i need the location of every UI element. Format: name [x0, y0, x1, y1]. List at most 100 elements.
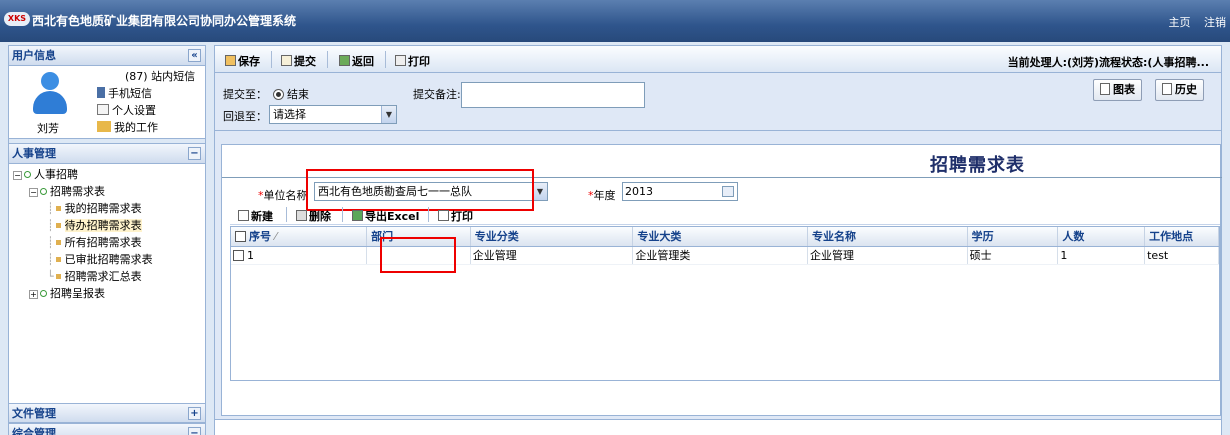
col-header-location[interactable]: 工作地点: [1144, 227, 1219, 247]
files-panel-header[interactable]: 文件管理 +: [9, 403, 205, 423]
expand-toggle-icon[interactable]: +: [29, 290, 38, 299]
export-excel-label: 导出Excel: [365, 210, 420, 223]
logout-link[interactable]: 注销: [1204, 16, 1226, 29]
my-work-link[interactable]: 我的工作: [97, 119, 195, 136]
tree-leaf[interactable]: ┊ 我的招聘需求表: [13, 200, 205, 217]
collapse-toggle-icon[interactable]: −: [29, 188, 38, 197]
grid-toolbar-divider: [342, 207, 343, 222]
calendar-icon[interactable]: [722, 186, 734, 197]
grid-toolbar-divider: [286, 207, 287, 222]
app-title: 西北有色地质矿业集团有限公司协同办公管理系统: [32, 14, 297, 28]
back-icon: [339, 55, 350, 66]
submit-button[interactable]: 提交: [281, 53, 316, 69]
return-to-label: 回退至：: [223, 110, 267, 123]
radio-icon: [273, 89, 284, 100]
submit-to-radio[interactable]: 结束: [273, 86, 309, 102]
submit-to-option-label: 结束: [287, 88, 309, 101]
col-header-headcount[interactable]: 人数: [1057, 227, 1146, 247]
unit-label-text: 单位名称: [263, 189, 308, 202]
history-icon: [1162, 83, 1172, 95]
avatar-head-icon: [41, 72, 59, 90]
cell-index: 1: [231, 246, 368, 265]
inbox-link[interactable]: (87) 站内短信: [97, 68, 195, 85]
delete-button[interactable]: 删除: [296, 208, 331, 224]
bottom-bar: [215, 419, 1221, 435]
tree-root-label: 人事招聘: [34, 168, 78, 181]
year-input[interactable]: 2013: [622, 182, 738, 201]
print-button[interactable]: 打印: [395, 53, 430, 69]
grid-print-button[interactable]: 打印: [438, 208, 473, 224]
logo-icon: XKS: [4, 12, 30, 26]
cell-text: 1: [247, 248, 254, 262]
select-all-checkbox[interactable]: [235, 231, 246, 243]
back-button[interactable]: 返回: [339, 53, 374, 69]
grid-toolbar: 新建 删除 导出Excel 打印: [230, 205, 1220, 225]
remark-input[interactable]: [461, 82, 645, 108]
home-link[interactable]: 主页: [1169, 16, 1191, 29]
node-icon: [24, 171, 31, 178]
col-header-major-class[interactable]: 专业大类: [632, 227, 808, 247]
sort-icon: ⁄: [274, 230, 277, 244]
return-to-select[interactable]: 请选择 ▼: [269, 105, 397, 124]
print-icon: [438, 210, 449, 221]
new-button[interactable]: 新建: [238, 208, 273, 224]
settings-link[interactable]: 个人设置: [97, 102, 195, 119]
year-label: *年度: [588, 187, 616, 203]
remark-label: 提交备注:: [413, 88, 461, 101]
grid-toolbar-divider: [428, 207, 429, 222]
collapse-toggle-icon[interactable]: −: [13, 171, 22, 180]
cell-major-name: 企业管理: [807, 246, 968, 265]
minus-icon[interactable]: −: [188, 427, 201, 435]
chevron-down-icon: ▼: [381, 106, 396, 123]
chart-button[interactable]: 图表: [1093, 79, 1142, 101]
settings-label: 个人设置: [112, 104, 156, 117]
minus-icon[interactable]: −: [188, 147, 201, 160]
col-header-index[interactable]: 序号 ⁄: [231, 227, 368, 247]
new-icon: [238, 210, 249, 221]
submit-icon: [281, 55, 292, 66]
collapse-icon[interactable]: «: [188, 49, 201, 62]
leaf-icon: [55, 274, 61, 279]
tree-leaf[interactable]: ┊ 已审批招聘需求表: [13, 251, 205, 268]
files-panel-title: 文件管理: [12, 407, 56, 420]
tree-group-label: 招聘需求表: [50, 185, 105, 198]
toolbar-divider: [327, 51, 328, 68]
unit-label: *单位名称: [258, 187, 308, 203]
save-button[interactable]: 保存: [225, 53, 260, 69]
sms-link[interactable]: 手机短信: [97, 85, 195, 102]
hr-panel-header: 人事管理 −: [9, 144, 205, 164]
save-label: 保存: [238, 55, 260, 68]
plus-icon[interactable]: +: [188, 407, 201, 420]
leaf-icon: [55, 206, 61, 211]
row-checkbox[interactable]: [233, 249, 244, 261]
tree-leaf[interactable]: └ 招聘需求汇总表: [13, 268, 205, 285]
tree-node-group[interactable]: − 招聘需求表: [13, 183, 205, 200]
back-label: 返回: [352, 55, 374, 68]
year-label-text: 年度: [593, 189, 616, 202]
tree-node-root[interactable]: − 人事招聘: [13, 166, 205, 183]
tree-leaf-label: 待办招聘需求表: [64, 219, 142, 232]
user-panel-title: 用户信息: [12, 49, 56, 62]
edit-icon: [97, 104, 109, 115]
col-header-major-name[interactable]: 专业名称: [807, 227, 968, 247]
header-links: 主页 注销: [1159, 14, 1227, 30]
col-header-major-category[interactable]: 专业分类: [470, 227, 634, 247]
cell-major-category: 企业管理: [470, 246, 634, 265]
folder-icon: [97, 121, 111, 132]
general-panel-title: 综合管理: [12, 427, 56, 435]
tree-leaf-label: 所有招聘需求表: [64, 236, 142, 249]
sidebar: 用户信息 « 刘芳 (87) 站内短信 手机短信 个人设置 我的工作 人事管理 …: [8, 45, 206, 435]
export-excel-button[interactable]: 导出Excel: [352, 208, 419, 224]
tree-node-collapsed[interactable]: + 招聘呈报表: [13, 285, 205, 302]
tree-leaf-selected[interactable]: ┊ 待办招聘需求表: [13, 217, 205, 234]
hr-tree: − 人事招聘 − 招聘需求表 ┊ 我的招聘需求表 ┊ 待办招聘需求表 ┊ 所有招聘需求表 …: [9, 164, 205, 403]
toolbar-divider: [385, 51, 386, 68]
form-title: 招聘需求表: [930, 155, 1025, 176]
avatar: [31, 72, 69, 114]
col-header-education[interactable]: 学历: [967, 227, 1059, 247]
submit-label: 提交: [294, 55, 316, 68]
history-button[interactable]: 历史: [1155, 79, 1204, 101]
general-panel-header[interactable]: 综合管理 −: [9, 423, 205, 435]
tree-leaf[interactable]: ┊ 所有招聘需求表: [13, 234, 205, 251]
chart-icon: [1100, 83, 1110, 95]
